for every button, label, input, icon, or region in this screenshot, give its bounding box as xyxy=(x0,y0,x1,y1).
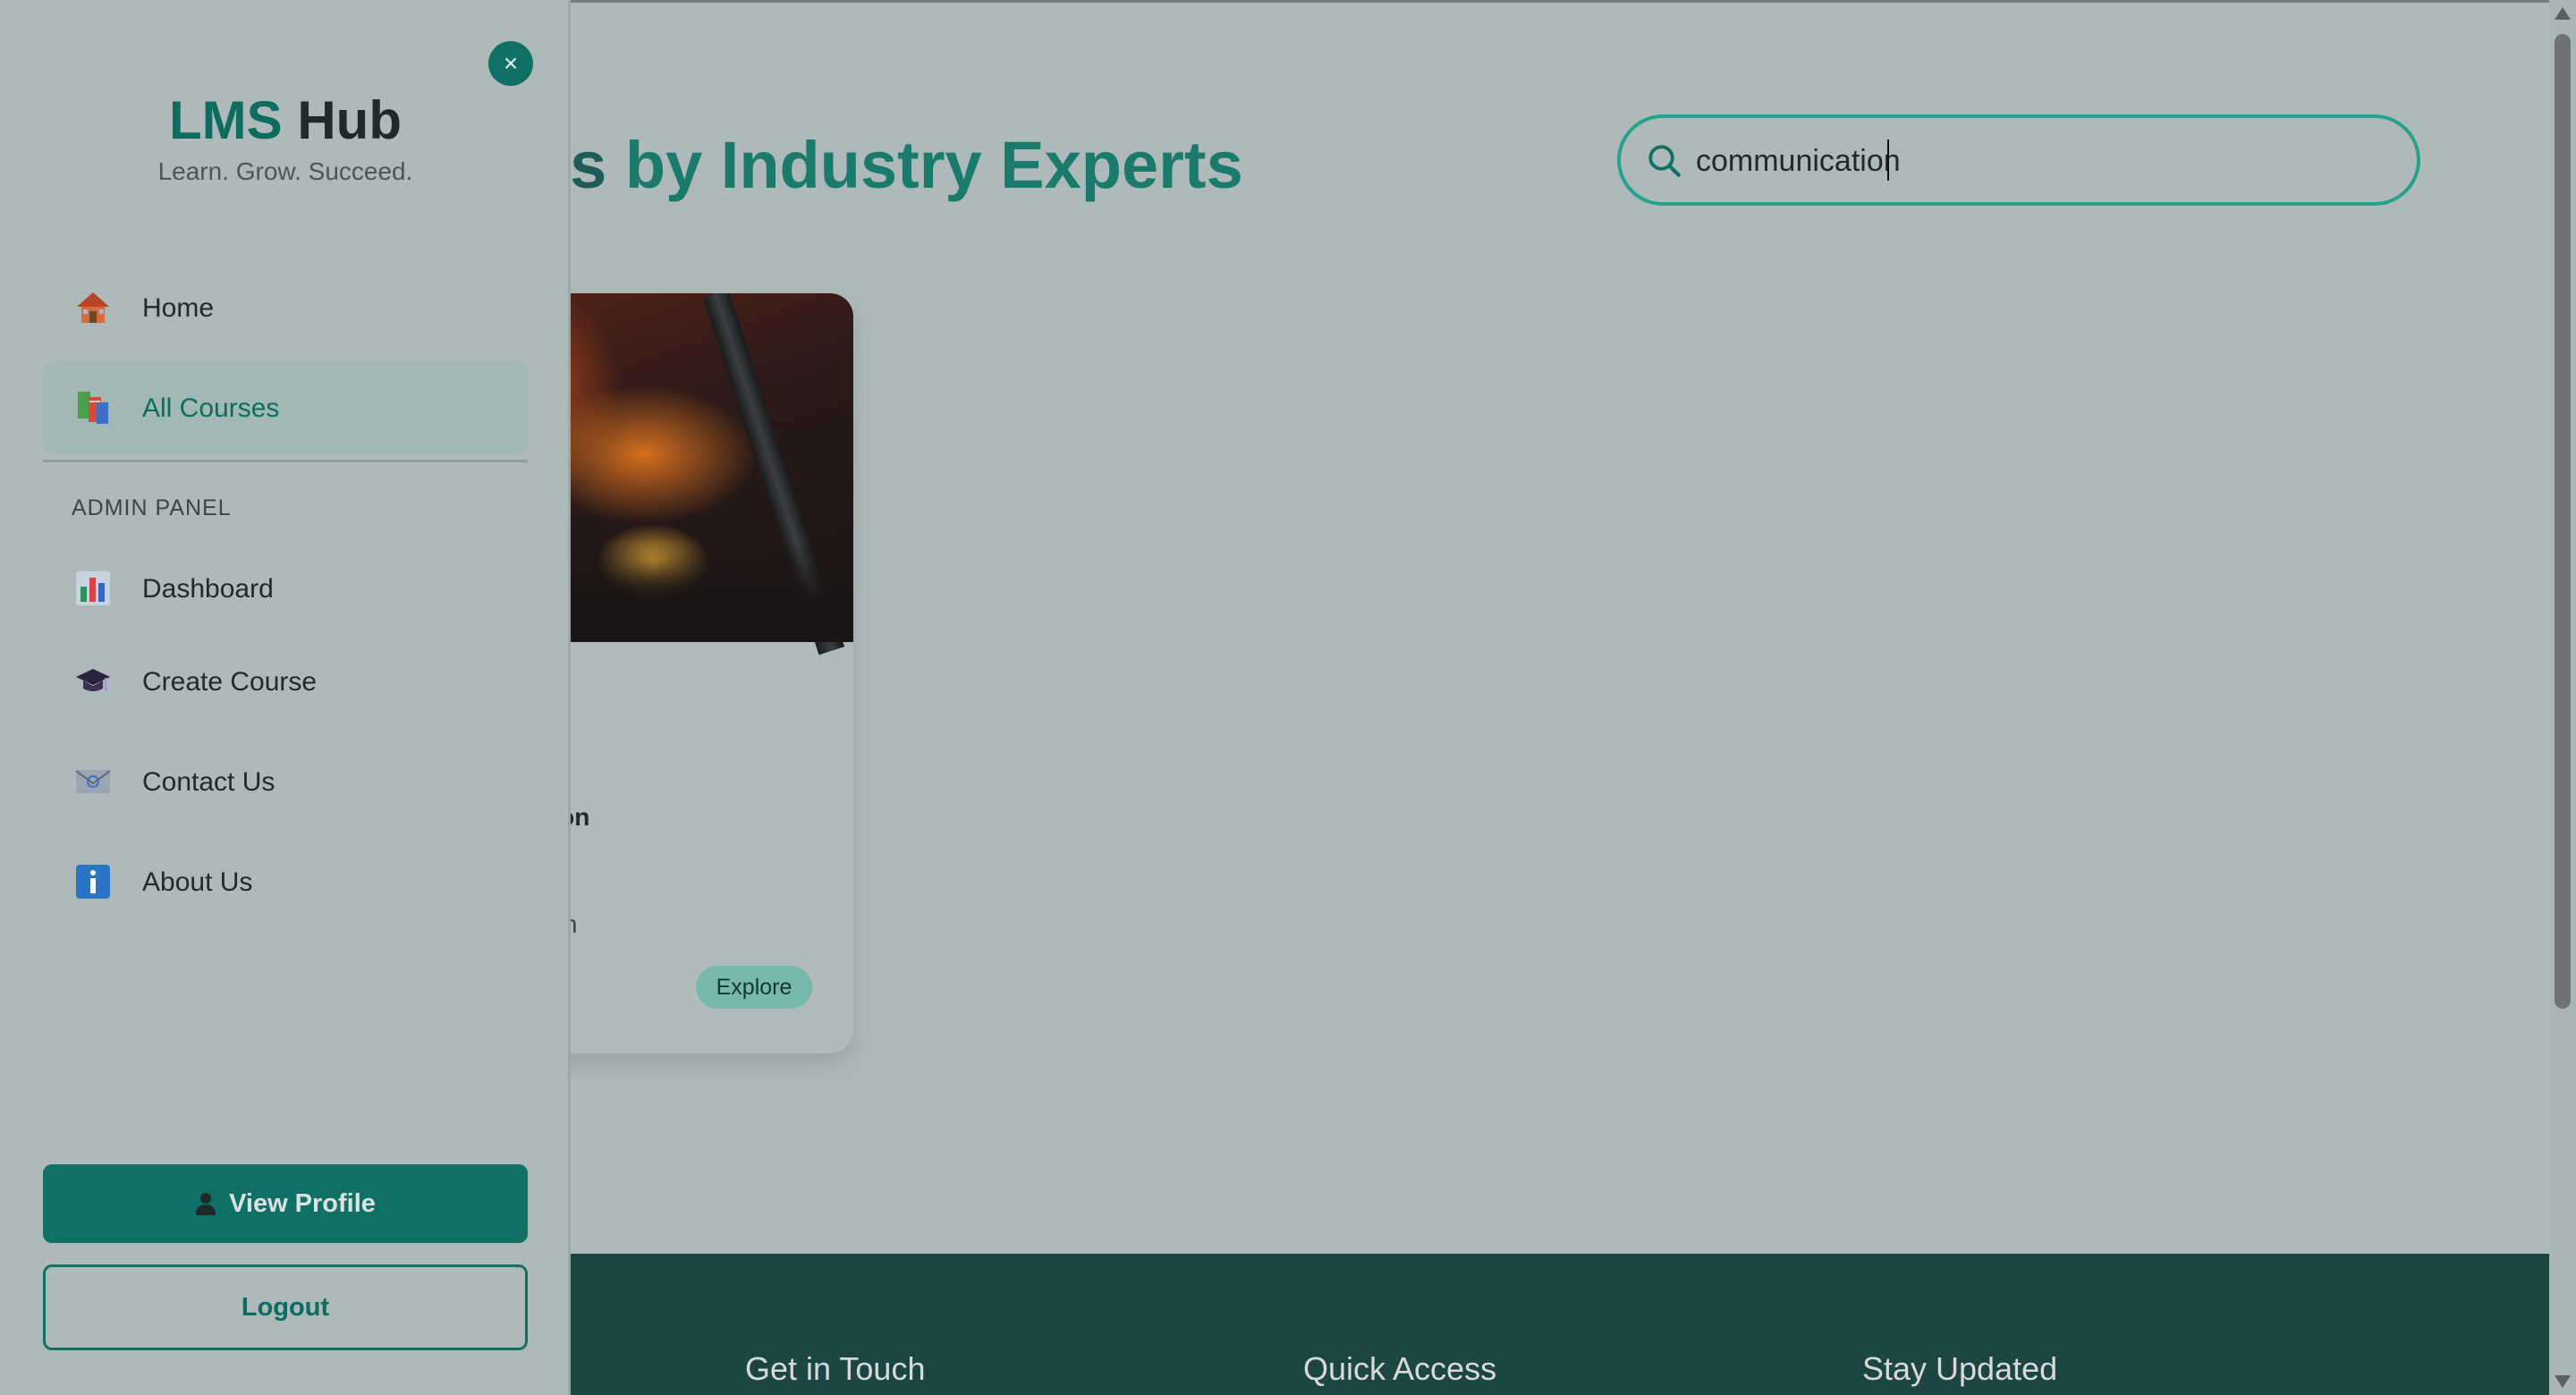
search-bar[interactable] xyxy=(1617,114,2420,206)
sidebar-item-about-us[interactable]: About Us xyxy=(43,835,528,928)
search-icon xyxy=(1648,145,1681,177)
sidebar-item-label: Create Course xyxy=(142,667,318,697)
bar-chart-icon xyxy=(76,571,110,605)
admin-panel-heading: ADMIN PANEL xyxy=(72,495,232,520)
footer-heading-contact: Get in Touch xyxy=(745,1350,926,1387)
sidebar-item-all-courses[interactable]: All Courses xyxy=(43,361,528,454)
sidebar-item-create-course[interactable]: Create Course xyxy=(43,635,528,728)
sidebar-item-label: Dashboard xyxy=(142,574,274,604)
sidebar-item-label: Home xyxy=(142,293,215,323)
sidebar-item-label: About Us xyxy=(142,867,253,897)
page-title: es by Industry Experts xyxy=(533,125,1243,206)
explore-button[interactable]: Explore xyxy=(696,966,812,1009)
vertical-scrollbar[interactable] xyxy=(2549,0,2576,1395)
sidebar-item-label: Contact Us xyxy=(142,767,275,797)
brand-logo: LMS Hub xyxy=(0,89,571,151)
sidebar-divider xyxy=(43,460,528,462)
text-caret xyxy=(1887,140,1889,181)
envelope-icon xyxy=(75,770,111,793)
sidebar-item-home[interactable]: Home xyxy=(43,261,528,354)
page-title-main: by Industry Experts xyxy=(624,128,1243,202)
house-icon xyxy=(77,292,109,323)
scroll-down-arrow[interactable] xyxy=(2555,1375,2571,1388)
view-profile-button[interactable]: View Profile xyxy=(43,1164,528,1243)
logout-button[interactable]: Logout xyxy=(43,1264,528,1350)
brand-hub: Hub xyxy=(297,90,402,150)
sidebar-item-dashboard[interactable]: Dashboard xyxy=(43,542,528,635)
books-icon xyxy=(78,392,108,424)
scrollbar-thumb[interactable] xyxy=(2555,34,2571,1009)
scroll-up-arrow[interactable] xyxy=(2555,7,2571,20)
view-profile-label: View Profile xyxy=(229,1188,376,1218)
search-input[interactable] xyxy=(1696,132,2376,190)
sidebar: × LMS Hub Learn. Grow. Succeed. Home All… xyxy=(0,0,571,1395)
brand-tagline: Learn. Grow. Succeed. xyxy=(157,157,413,185)
close-icon: × xyxy=(503,49,519,77)
brand-lms: LMS xyxy=(169,90,283,150)
footer-heading-quick-access: Quick Access xyxy=(1303,1350,1497,1387)
close-sidebar-button[interactable]: × xyxy=(488,41,533,86)
user-icon xyxy=(196,1193,216,1215)
graduation-cap-icon xyxy=(76,669,110,691)
footer-heading-newsletter: Stay Updated xyxy=(1862,1350,2058,1387)
info-icon xyxy=(76,865,110,899)
sidebar-item-label: All Courses xyxy=(142,393,280,423)
sidebar-item-contact-us[interactable]: Contact Us xyxy=(43,735,528,828)
